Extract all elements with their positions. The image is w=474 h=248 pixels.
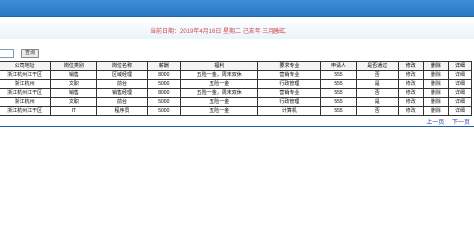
- table-row: 浙江杭州江干区 IT 程序员 5000 五险一金 计算机 555 否 修改 删除…: [0, 106, 473, 116]
- cell-position: 区域经理: [96, 70, 148, 80]
- column-header: 岗位类别: [50, 61, 98, 71]
- cell-approved: 否: [355, 88, 399, 98]
- delete-link[interactable]: 删除: [422, 70, 449, 80]
- delete-link[interactable]: 删除: [422, 88, 449, 98]
- cell-benefits: 五险一金: [180, 97, 259, 107]
- search-input[interactable]: [0, 49, 14, 58]
- cell-applicant: 555: [320, 97, 357, 107]
- cell-address: 浙江杭州江干区: [0, 88, 52, 98]
- cell-benefits: 五险一金: [180, 79, 259, 89]
- cell-position: 前台: [96, 79, 148, 89]
- cell-major: 营销专业: [257, 70, 322, 80]
- cell-applicant: 555: [320, 79, 357, 89]
- cell-category: 文职: [50, 97, 98, 107]
- detail-link[interactable]: 详细: [447, 79, 473, 89]
- cell-benefits: 五险一金，周末双休: [180, 88, 259, 98]
- table-row: 浙江杭州 文职 前台 5000 五险一金 行政管理 555 是 修改 删除 详细: [0, 79, 473, 89]
- detail-link[interactable]: 详细: [447, 70, 473, 80]
- cell-approved: 否: [355, 70, 399, 80]
- edit-link[interactable]: 修改: [397, 70, 424, 80]
- column-header: 要求专业: [257, 61, 322, 71]
- table-row: 浙江杭州江干区 销售 销售经理 8000 五险一金，周末双休 营销专业 555 …: [0, 88, 473, 98]
- delete-link[interactable]: 删除: [422, 97, 449, 107]
- cell-category: 文职: [50, 79, 98, 89]
- cell-applicant: 555: [320, 88, 357, 98]
- cell-category: 销售: [50, 88, 98, 98]
- job-table: 公司地址 岗位类别 岗位名称 薪酬 福利 要求专业 申请人 是否通过 修改 删除…: [0, 61, 473, 116]
- detail-link[interactable]: 详细: [447, 97, 473, 107]
- cell-benefits: 五险一金，周末双休: [180, 70, 259, 80]
- pagination: 上一页 下一页: [426, 117, 470, 126]
- cell-approved: 是: [355, 97, 399, 107]
- column-header: 福利: [180, 61, 259, 71]
- cell-approved: 否: [355, 106, 399, 116]
- cell-salary: 8000: [146, 88, 182, 98]
- column-header: 修改: [397, 61, 424, 71]
- cell-address: 浙江杭州江干区: [0, 70, 52, 80]
- table-row: 浙江杭州江干区 销售 区域经理 8000 五险一金，周末双休 营销专业 555 …: [0, 70, 473, 80]
- delete-link[interactable]: 删除: [422, 79, 449, 89]
- cell-salary: 5000: [146, 97, 182, 107]
- query-button[interactable]: 查询: [21, 49, 39, 58]
- column-header: 薪酬: [146, 61, 182, 71]
- cell-applicant: 555: [320, 106, 357, 116]
- cell-salary: 5000: [146, 106, 182, 116]
- cell-position: 前台: [96, 97, 148, 107]
- cell-benefits: 五险一金: [180, 106, 259, 116]
- column-header: 公司地址: [0, 61, 52, 71]
- cell-major: 营销专业: [257, 88, 322, 98]
- detail-link[interactable]: 详细: [447, 106, 473, 116]
- cell-address: 浙江杭州: [0, 97, 52, 107]
- edit-link[interactable]: 修改: [397, 97, 424, 107]
- cell-category: 销售: [50, 70, 98, 80]
- edit-link[interactable]: 修改: [397, 88, 424, 98]
- cell-salary: 8000: [146, 70, 182, 80]
- cell-address: 浙江杭州江干区: [0, 106, 52, 116]
- table-row: 浙江杭州 文职 前台 5000 五险一金 行政管理 555 是 修改 删除 详细: [0, 97, 473, 107]
- cell-salary: 5000: [146, 79, 182, 89]
- edit-link[interactable]: 修改: [397, 79, 424, 89]
- cell-approved: 是: [355, 79, 399, 89]
- cell-address: 浙江杭州: [0, 79, 52, 89]
- column-header: 岗位名称: [96, 61, 148, 71]
- current-date: 当前日期：2019年4月16日 星期二 己亥年 三月十二: [150, 29, 287, 35]
- cell-major: 计算机: [257, 106, 322, 116]
- column-header: 详细: [447, 61, 473, 71]
- cell-major: 行政管理: [257, 97, 322, 107]
- column-header: 申请人: [320, 61, 357, 71]
- table-header-row: 公司地址 岗位类别 岗位名称 薪酬 福利 要求专业 申请人 是否通过 修改 删除…: [0, 61, 473, 71]
- divider-line: [0, 126, 474, 127]
- cell-category: IT: [50, 106, 98, 116]
- cell-major: 行政管理: [257, 79, 322, 89]
- cell-position: 程序员: [96, 106, 148, 116]
- detail-link[interactable]: 详细: [447, 88, 473, 98]
- delete-link[interactable]: 删除: [422, 106, 449, 116]
- top-banner: [0, 0, 474, 17]
- column-header: 是否通过: [355, 61, 399, 71]
- cell-applicant: 555: [320, 70, 357, 80]
- edit-link[interactable]: 修改: [397, 106, 424, 116]
- date-bar: 当前日期：2019年4月16日 星期二 己亥年 三月十二 退出: [0, 17, 474, 39]
- cell-position: 销售经理: [96, 88, 148, 98]
- logout-link[interactable]: 退出: [272, 26, 284, 35]
- column-header: 删除: [422, 61, 449, 71]
